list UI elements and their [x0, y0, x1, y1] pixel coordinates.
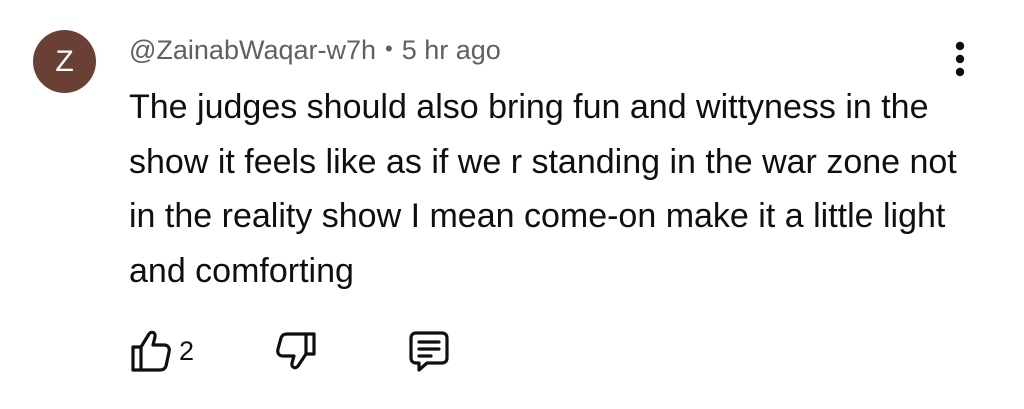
comment-timestamp[interactable]: 5 hr ago — [402, 35, 501, 65]
dislike-button[interactable] — [274, 326, 324, 376]
thumbs-up-icon — [131, 330, 171, 372]
comment-meta: @ZainabWaqar-w7h • 5 hr ago — [129, 30, 501, 70]
more-options-button[interactable] — [944, 40, 976, 80]
more-vert-icon — [955, 41, 965, 77]
thumbs-down-icon — [276, 332, 316, 370]
meta-separator: • — [385, 36, 393, 61]
reply-button[interactable] — [407, 326, 457, 376]
comment-text: The judges should also bring fun and wit… — [129, 88, 957, 290]
comment-card: Z @ZainabWaqar-w7h • 5 hr ago The judges s… — [0, 0, 1024, 409]
like-button[interactable]: 2 — [129, 326, 209, 376]
reply-comment-icon — [409, 331, 449, 372]
author-handle[interactable]: @ZainabWaqar-w7h — [129, 35, 376, 65]
avatar[interactable]: Z — [33, 30, 96, 93]
like-count: 2 — [179, 336, 195, 366]
